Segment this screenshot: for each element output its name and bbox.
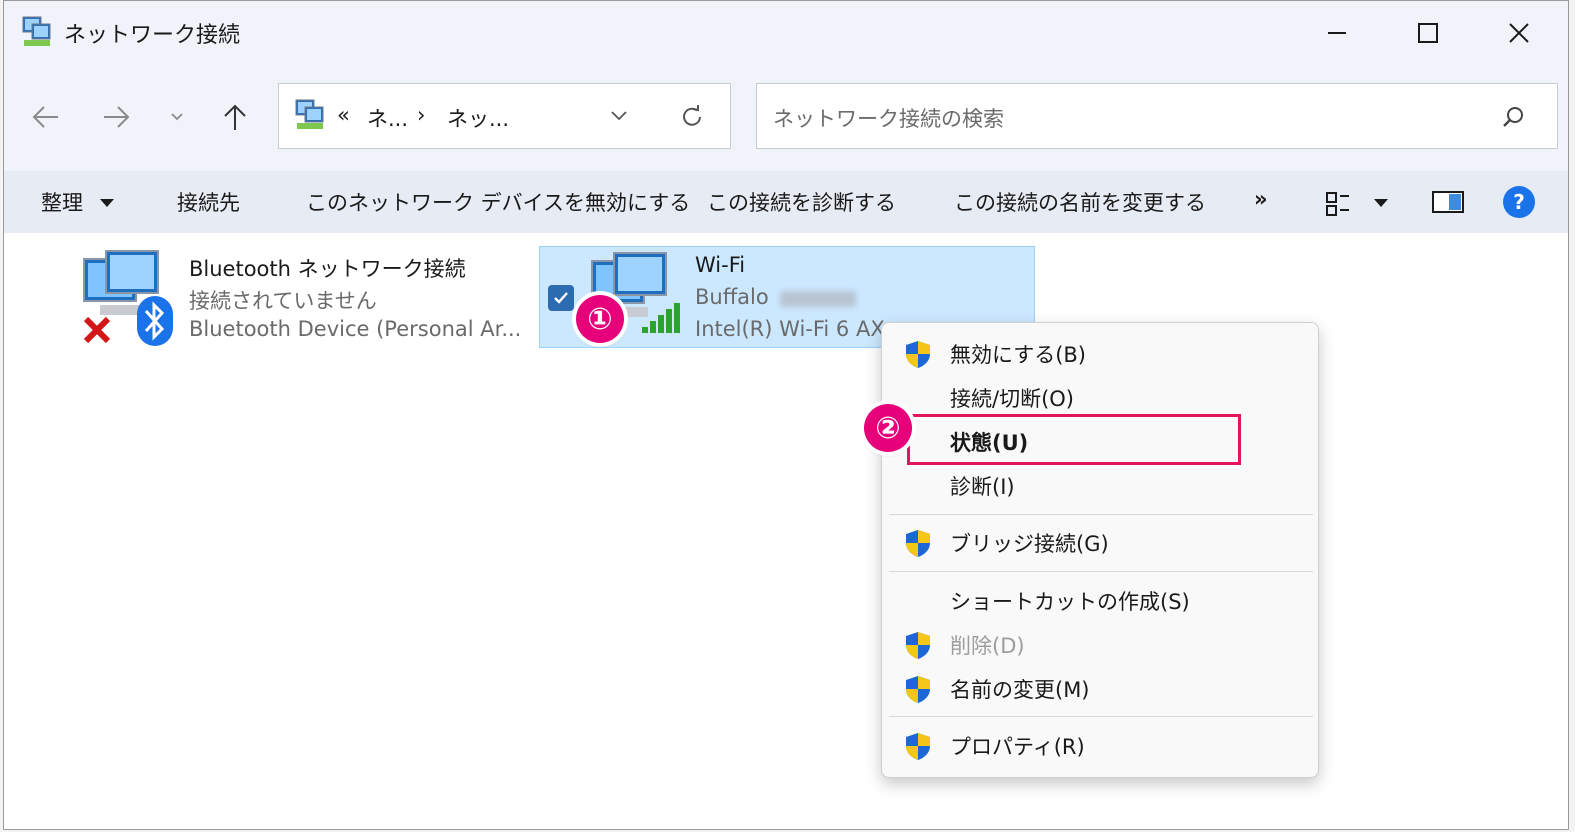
- rename-button[interactable]: この接続の名前を変更する: [954, 187, 1206, 217]
- menu-item-diagnose[interactable]: 診断(I): [882, 465, 1318, 505]
- more-commands-button[interactable]: »: [1254, 187, 1268, 211]
- item-status: 接続されていません: [189, 289, 377, 313]
- network-connections-icon: [295, 99, 324, 129]
- disconnected-x-icon: [83, 316, 111, 344]
- refresh-icon[interactable]: [679, 104, 705, 130]
- search-box[interactable]: ネットワーク接続の検索: [756, 83, 1558, 149]
- maximize-icon: [1418, 23, 1438, 43]
- menu-item-label: ブリッジ接続(G): [950, 532, 1109, 556]
- menu-item-properties[interactable]: プロパティ(R): [882, 725, 1318, 765]
- menu-separator: [889, 514, 1313, 515]
- item-device: Bluetooth Device (Personal Ar...: [189, 317, 522, 341]
- diagnose-button[interactable]: この接続を診断する: [707, 187, 896, 217]
- command-bar: 整理 接続先 このネットワーク デバイスを無効にする この接続を診断する この接…: [4, 171, 1568, 234]
- disable-device-button[interactable]: このネットワーク デバイスを無効にする: [306, 187, 690, 217]
- minimize-icon: [1328, 32, 1346, 34]
- menu-item-label: 名前の変更(M): [950, 678, 1090, 702]
- menu-item-disable[interactable]: 無効にする(B): [882, 333, 1318, 373]
- search-input[interactable]: ネットワーク接続の検索: [773, 103, 1004, 133]
- menu-separator: [889, 571, 1313, 572]
- caret-down-icon[interactable]: [99, 198, 115, 208]
- title-bar: ネットワーク接続: [4, 1, 1568, 65]
- up-arrow-icon: [224, 104, 246, 130]
- explorer-window: ネットワーク接続 « ネ... › ネッ... ネットワーク接続の検索 整理 接…: [3, 0, 1569, 830]
- chevron-down-icon[interactable]: [609, 108, 629, 124]
- menu-item-delete: 削除(D): [882, 624, 1318, 664]
- address-bar[interactable]: « ネ... › ネッ...: [278, 83, 731, 149]
- step-2-badge: ②: [864, 404, 912, 452]
- file-list: Bluetooth ネットワーク接続 接続されていません Bluetooth D…: [4, 233, 1568, 829]
- organize-button[interactable]: 整理: [41, 187, 83, 217]
- network-connections-icon: [22, 16, 51, 46]
- menu-item-label: プロパティ(R): [950, 735, 1085, 759]
- menu-item-bridge[interactable]: ブリッジ接続(G): [882, 522, 1318, 562]
- menu-separator: [889, 716, 1313, 717]
- redacted-text: [780, 291, 856, 307]
- item-checkbox[interactable]: [548, 285, 574, 311]
- svg-text:?: ?: [1513, 190, 1525, 214]
- caret-down-icon[interactable]: [1373, 198, 1389, 208]
- item-status: Buffalo: [695, 285, 769, 309]
- forward-button[interactable]: [96, 95, 136, 139]
- close-button[interactable]: [1489, 7, 1549, 59]
- menu-item-label: 削除(D): [950, 634, 1025, 658]
- menu-item-rename[interactable]: 名前の変更(M): [882, 668, 1318, 708]
- back-button[interactable]: [26, 95, 66, 139]
- bluetooth-icon: [137, 296, 173, 346]
- forward-arrow-icon: [104, 106, 130, 128]
- step-1-badge: ①: [576, 295, 624, 343]
- wifi-signal-icon: [642, 303, 680, 333]
- recent-locations-button[interactable]: [159, 95, 195, 139]
- breadcrumb-separator[interactable]: ›: [417, 103, 425, 127]
- list-item[interactable]: Bluetooth ネットワーク接続 接続されていません Bluetooth D…: [4, 233, 524, 353]
- back-arrow-icon: [32, 106, 58, 128]
- help-icon[interactable]: ?: [1502, 185, 1536, 219]
- menu-item-label: ショートカットの作成(S): [950, 590, 1190, 614]
- search-icon[interactable]: [1501, 104, 1527, 130]
- view-options-icon[interactable]: [1325, 191, 1353, 217]
- uac-shield-icon: [906, 632, 930, 659]
- item-name: Bluetooth ネットワーク接続: [189, 257, 466, 281]
- uac-shield-icon: [906, 530, 930, 557]
- menu-item-label: 診断(I): [950, 475, 1015, 499]
- menu-item-label: 接続/切断(O): [950, 387, 1074, 411]
- breadcrumb-overflow[interactable]: «: [337, 103, 350, 127]
- uac-shield-icon: [906, 341, 930, 368]
- menu-item-label: 無効にする(B): [950, 343, 1087, 367]
- navigation-bar: « ネ... › ネッ... ネットワーク接続の検索: [4, 65, 1568, 171]
- menu-item-connect-disconnect[interactable]: 接続/切断(O): [882, 377, 1318, 417]
- organize-label: 整理: [41, 191, 83, 215]
- item-name: Wi-Fi: [695, 253, 746, 277]
- close-icon: [1509, 23, 1529, 43]
- uac-shield-icon: [906, 733, 930, 760]
- maximize-button[interactable]: [1398, 7, 1458, 59]
- breadcrumb-segment-2[interactable]: ネッ...: [447, 103, 509, 133]
- status-highlight-box: [907, 414, 1241, 465]
- connect-to-button[interactable]: 接続先: [177, 187, 240, 217]
- minimize-button[interactable]: [1307, 7, 1367, 59]
- checkmark-icon: [554, 292, 568, 304]
- context-menu: 無効にする(B) 接続/切断(O) 状態(U) 診断(I) ブリッジ接続(G) …: [881, 322, 1319, 778]
- menu-item-create-shortcut[interactable]: ショートカットの作成(S): [882, 580, 1318, 620]
- preview-pane-icon[interactable]: [1431, 189, 1465, 215]
- up-button[interactable]: [215, 95, 255, 139]
- uac-shield-icon: [906, 676, 930, 703]
- breadcrumb-segment-1[interactable]: ネ...: [367, 103, 408, 133]
- item-device: Intel(R) Wi-Fi 6 AX: [695, 317, 885, 341]
- window-title: ネットワーク接続: [64, 23, 241, 48]
- chevron-down-icon: [171, 113, 183, 121]
